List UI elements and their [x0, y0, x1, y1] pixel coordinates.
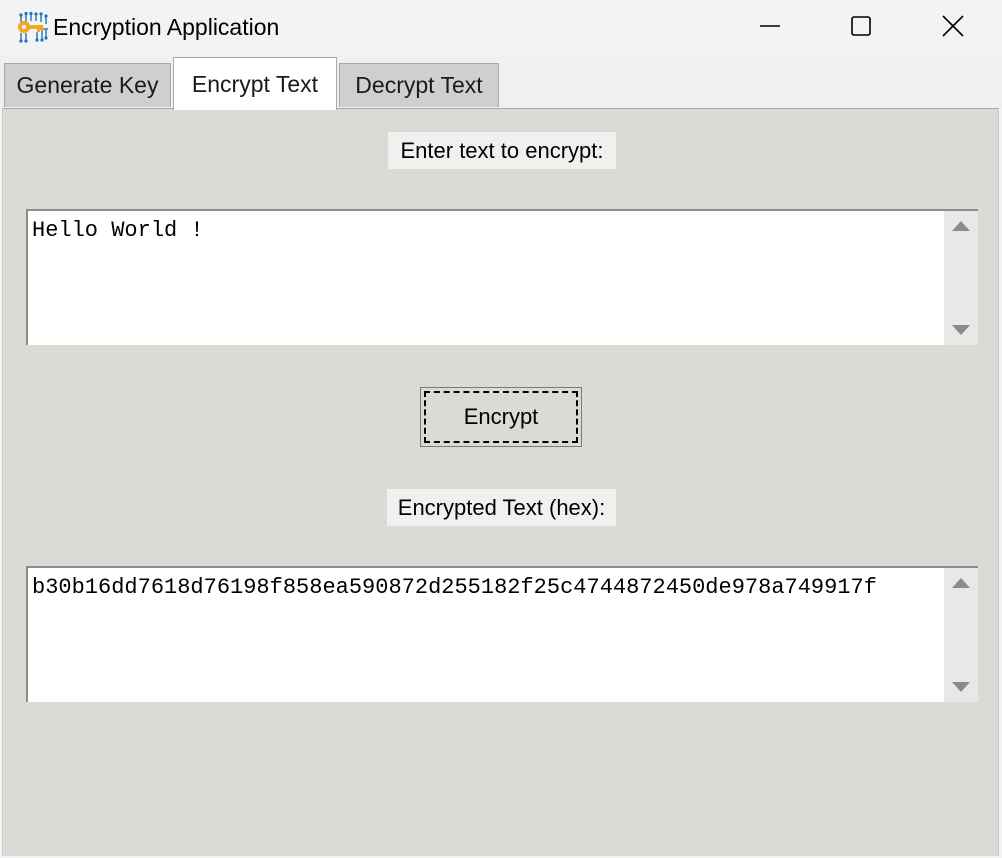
plaintext-scrollbar[interactable] [944, 211, 978, 345]
encrypt-button[interactable]: Encrypt [420, 387, 582, 447]
ciphertext-scrollbar[interactable] [944, 568, 978, 702]
tab-encrypt-text[interactable]: Encrypt Text [173, 57, 337, 110]
close-button[interactable] [907, 0, 999, 52]
title-bar[interactable]: Encryption Application [0, 0, 1002, 56]
output-label: Encrypted Text (hex): [387, 489, 616, 526]
scroll-down-icon[interactable] [952, 682, 970, 692]
key-circuit-icon [18, 11, 48, 43]
ciphertext-value: b30b16dd7618d76198f858ea590872d255182f25… [32, 575, 877, 600]
encrypt-button-label: Encrypt [463, 404, 539, 429]
minimize-icon [760, 25, 780, 27]
tab-decrypt-text[interactable]: Decrypt Text [339, 63, 499, 107]
minimize-button[interactable] [724, 0, 816, 52]
tab-generate-key[interactable]: Generate Key [4, 63, 171, 107]
plaintext-value: Hello World ! [32, 218, 204, 243]
encrypt-panel: Enter text to encrypt: Hello World ! Enc… [2, 108, 999, 856]
app-window: Encryption Application Generate Key Encr… [0, 0, 1002, 858]
plaintext-textarea[interactable]: Hello World ! [26, 209, 978, 345]
close-icon [942, 15, 964, 37]
ciphertext-textarea[interactable]: b30b16dd7618d76198f858ea590872d255182f25… [26, 566, 978, 702]
window-title: Encryption Application [53, 14, 280, 40]
input-label: Enter text to encrypt: [388, 132, 616, 169]
scroll-up-icon[interactable] [952, 221, 970, 231]
maximize-icon [851, 16, 871, 36]
scroll-down-icon[interactable] [952, 325, 970, 335]
scroll-up-icon[interactable] [952, 578, 970, 588]
maximize-button[interactable] [815, 0, 907, 52]
